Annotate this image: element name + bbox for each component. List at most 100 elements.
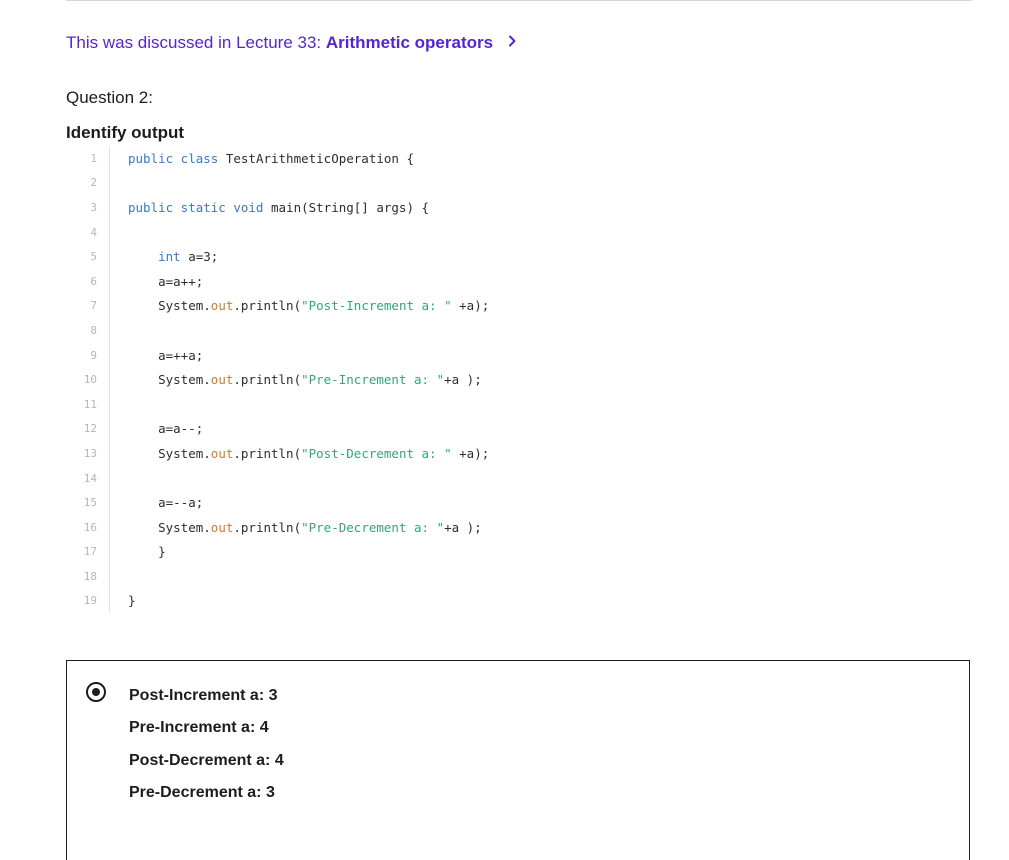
code-text: a=a--; [110,421,203,436]
line-number: 13 [83,446,97,460]
code-token: a=++a; [158,347,204,363]
line-number: 2 [90,176,97,190]
code-line: 5 int a=3; [66,244,926,269]
code-token: public class [128,150,226,166]
top-divider [66,0,972,1]
code-line: 12 a=a--; [66,416,926,442]
code-text: a=a++; [110,274,203,289]
code-line: 6 a=a++; [66,268,926,294]
code-token: int [158,249,189,265]
code-line: 11 [66,391,926,417]
code-token: .println( [233,445,302,461]
code-line: 7 System.out.println("Post-Increment a: … [66,293,926,319]
code-token: .println( [233,372,302,388]
code-text: } [110,593,136,608]
line-number: 11 [83,397,97,411]
code-token: +a ); [444,372,482,388]
code-text: a=--a; [110,495,203,510]
lecture-link[interactable]: This was discussed in Lecture 33: Arithm… [66,32,517,55]
code-line: 19} [66,588,926,614]
code-line: 16 System.out.println("Pre-Decrement a: … [66,514,926,540]
line-number: 4 [90,225,97,239]
code-line: 13 System.out.println("Post-Decrement a:… [66,441,926,466]
line-number: 16 [83,520,97,534]
line-number: 9 [90,348,97,362]
code-line: 17 } [66,539,926,565]
code-token: System. [158,298,211,314]
radio-dot [92,688,100,696]
code-token: System. [158,372,211,388]
line-gutter [109,391,110,417]
line-gutter [109,465,110,491]
answer-option[interactable]: Post-Increment a: 3 Pre-Increment a: 4 Pos… [66,660,970,860]
code-token: .println( [233,519,302,535]
code-line: 18 [66,564,926,589]
code-text: int a=3; [110,249,218,264]
code-token: System. [158,519,211,535]
code-token: a=a++; [158,273,204,289]
line-number: 17 [83,545,97,559]
code-token: a=a--; [158,421,204,437]
code-token: } [158,544,166,560]
line-gutter [109,219,110,245]
code-text: public static void main(String[] args) { [110,200,429,215]
code-text: System.out.println("Post-Decrement a: " … [110,446,489,461]
code-line: 4 [66,219,926,245]
line-number: 10 [83,373,97,387]
code-line: 14 [66,465,926,491]
chevron-right-icon[interactable] [508,31,517,53]
line-number: 18 [83,569,97,583]
question-number: Question 2: [66,88,153,107]
code-line: 1 public class TestArithmeticOperation { [66,146,926,171]
line-number: 5 [90,250,97,264]
code-token: a=3; [188,249,219,265]
lecture-link-title[interactable]: Arithmetic operators [326,33,493,52]
code-token: main(String[] args) { [271,199,430,215]
code-token: out [210,519,234,535]
code-line: 15 a=--a; [66,490,926,515]
question-title: Identify output [66,123,185,142]
line-number: 15 [83,496,97,510]
code-token: out [210,372,234,388]
code-token: "Post-Increment a: " [301,298,452,314]
line-number: 1 [90,151,97,165]
code-line: 9 a=++a; [66,342,926,368]
code-token: TestArithmeticOperation { [225,150,414,166]
line-number: 6 [90,274,97,288]
code-line: 3 public static void main(String[] args) … [66,195,926,220]
code-line: 8 [66,318,926,343]
line-gutter [109,318,110,343]
line-number: 14 [83,471,97,485]
line-number: 3 [90,200,97,214]
code-token: System. [158,445,211,461]
quiz-page: This was discussed in Lecture 33: Arithm… [0,0,1009,860]
code-token: out [210,445,234,461]
code-token: } [128,593,136,609]
line-number: 8 [90,323,97,337]
line-gutter [109,170,110,196]
code-token: .println( [233,298,302,314]
code-token: +a ); [444,519,482,535]
answer-line: Pre-Decrement a: 3 [129,783,275,801]
code-token: public static void [128,199,271,215]
code-text: public class TestArithmeticOperation { [110,151,414,166]
code-text: a=++a; [110,348,203,363]
line-number: 12 [83,422,97,436]
code-token: +a); [451,298,490,314]
radio-selected-icon[interactable] [86,682,106,702]
lecture-link-prefix[interactable]: This was discussed in Lecture 33: [66,33,326,52]
code-token: out [210,298,234,314]
code-line: 10 System.out.println("Pre-Increment a: … [66,367,926,392]
answer-line: Post-Decrement a: 4 [129,751,284,769]
code-token: +a); [451,445,490,461]
line-number: 19 [83,594,97,608]
code-text: System.out.println("Post-Increment a: " … [110,298,489,313]
code-token: "Pre-Decrement a: " [301,519,445,535]
answer-text[interactable]: Post-Increment a: 3 Pre-Increment a: 4 Pos… [129,680,284,809]
code-line: 2 [66,170,926,196]
code-block: 1 public class TestArithmeticOperation { 2… [66,146,926,614]
code-text: System.out.println("Pre-Increment a: "+a… [110,372,482,387]
answer-line: Post-Increment a: 3 [129,687,278,704]
code-token: "Pre-Increment a: " [301,372,445,388]
code-token: a=--a; [158,495,204,511]
